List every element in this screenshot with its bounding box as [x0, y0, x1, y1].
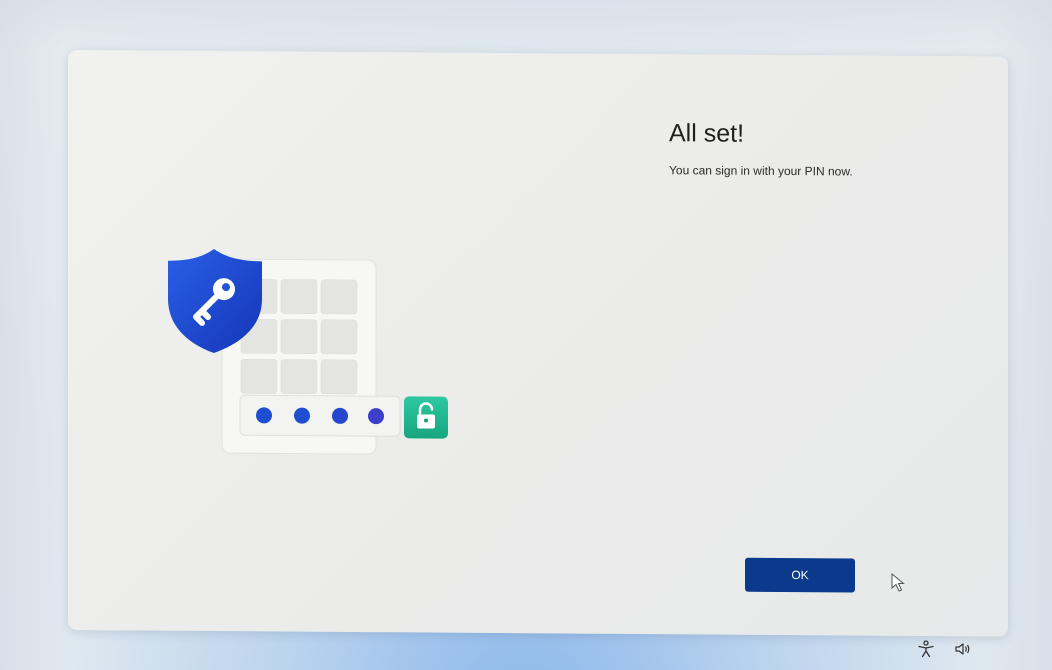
setup-dialog: All set! You can sign in with your PIN n… — [68, 50, 1008, 637]
ok-button[interactable]: OK — [745, 557, 855, 593]
accessibility-icon[interactable] — [917, 640, 935, 658]
pin-dot — [294, 407, 310, 424]
pin-dot — [368, 408, 384, 425]
mouse-cursor-icon — [891, 573, 905, 592]
page-title: All set! — [669, 119, 745, 148]
pin-setup-illustration — [168, 249, 448, 455]
pin-dot — [332, 407, 348, 424]
page-subtitle: You can sign in with your PIN now. — [669, 163, 853, 179]
unlock-icon — [404, 396, 448, 439]
pin-dot — [256, 407, 272, 424]
volume-icon[interactable] — [954, 640, 972, 658]
pin-entry-field — [239, 394, 401, 437]
